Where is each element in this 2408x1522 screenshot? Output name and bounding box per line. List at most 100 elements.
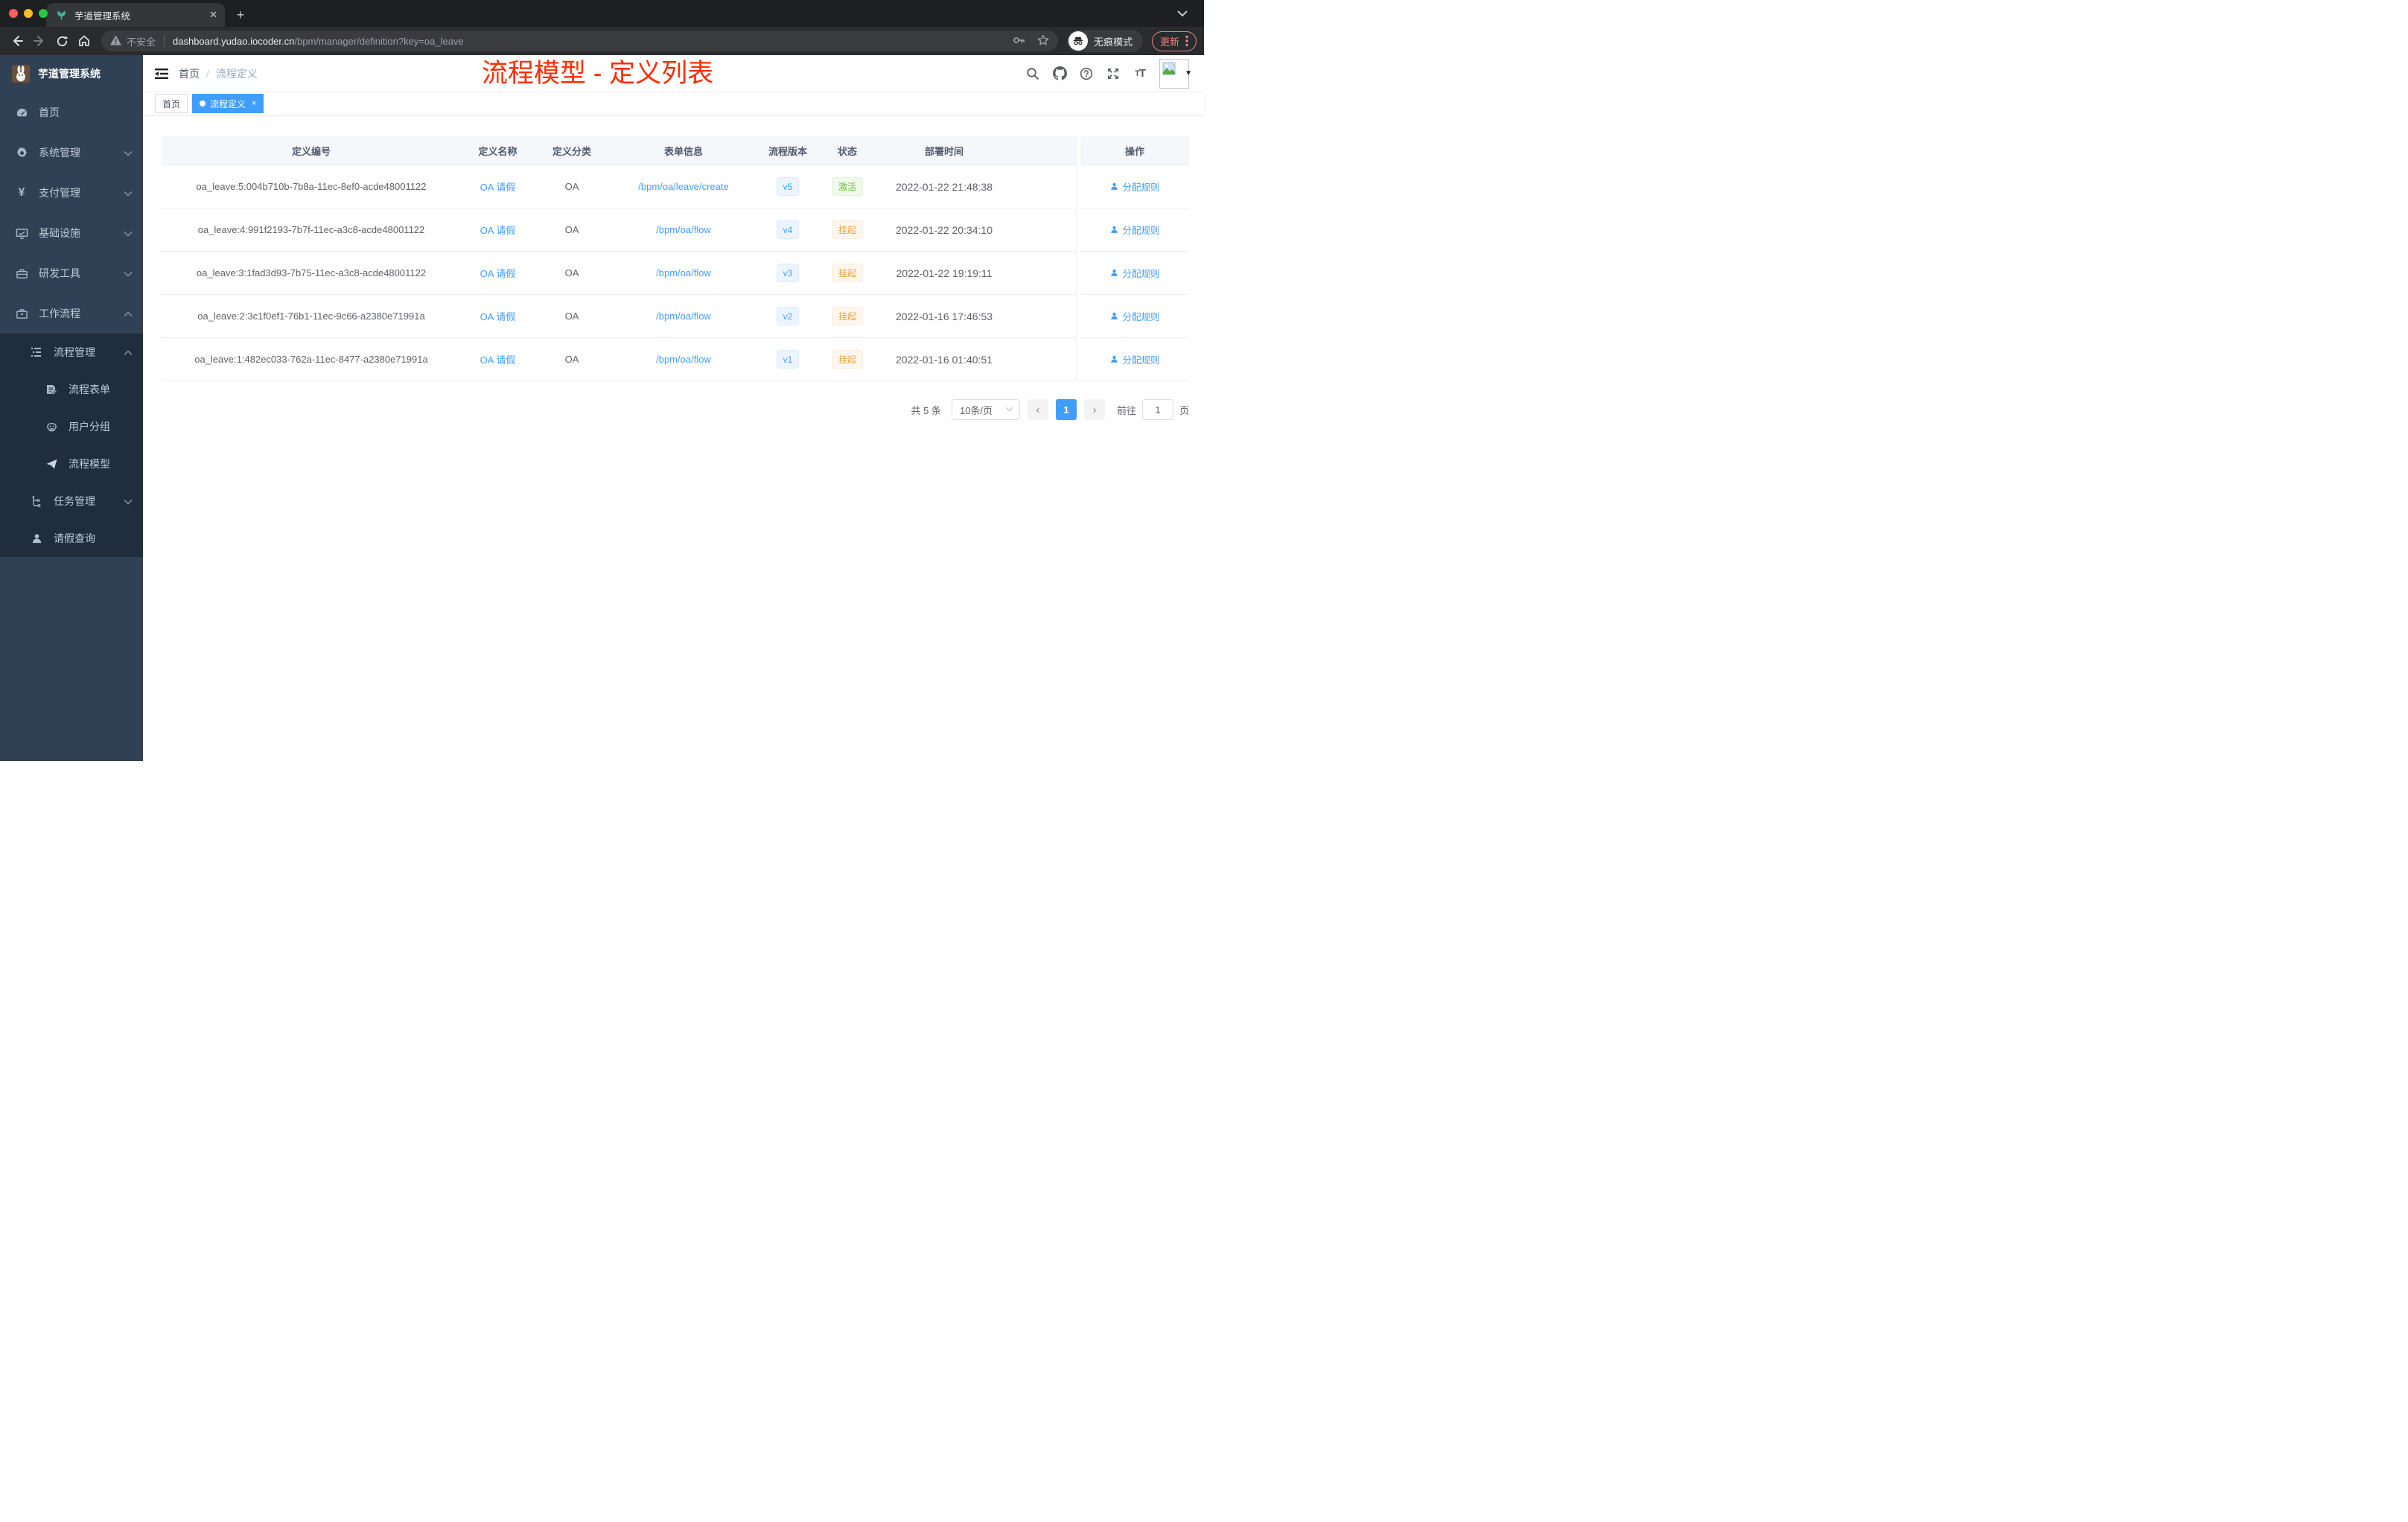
tag-close-icon[interactable]: ×: [252, 99, 256, 108]
status-badge: 挂起: [831, 350, 863, 369]
sidebar-item-label: 支付管理: [39, 187, 80, 199]
close-window-button[interactable]: [9, 9, 18, 18]
col-header-definition-name: 定义名称: [461, 136, 535, 165]
user-icon: [1111, 226, 1118, 233]
sidebar-item-leave-query[interactable]: 请假查询: [0, 520, 143, 557]
briefcase-icon: [15, 307, 28, 320]
definition-name-link[interactable]: OA 请假: [480, 309, 516, 323]
sidebar-item-system[interactable]: 系统管理: [0, 133, 143, 173]
forward-icon[interactable]: [30, 31, 49, 51]
sidebar-item-infra[interactable]: 基础设施: [0, 213, 143, 253]
cell-form-info: /bpm/oa/flow: [609, 252, 758, 295]
table-row: oa_leave:1:482ec033-762a-11ec-8477-a2380…: [162, 338, 1189, 381]
status-badge: 挂起: [831, 307, 863, 325]
cell-actions: 分配规则: [1080, 252, 1189, 295]
breadcrumb-home[interactable]: 首页: [179, 66, 200, 81]
form-icon: [45, 383, 58, 396]
fullscreen-icon[interactable]: [1106, 66, 1121, 81]
cell-version: v3: [758, 252, 818, 295]
prev-page-button[interactable]: ‹: [1027, 399, 1048, 420]
workflow-submenu: 流程管理 流程表单 用户分组 流程模型 任务管理 请假查询: [0, 334, 143, 557]
tag-home[interactable]: 首页: [155, 94, 188, 113]
version-badge: v2: [776, 307, 800, 325]
assign-rule-button[interactable]: 分配规则: [1109, 223, 1160, 237]
zoom-window-button[interactable]: [39, 9, 48, 18]
reload-icon[interactable]: [52, 31, 71, 51]
tag-process-definition[interactable]: 流程定义 ×: [192, 94, 264, 113]
sidebar-item-label: 系统管理: [39, 147, 80, 159]
sidebar-item-devtools[interactable]: 研发工具: [0, 253, 143, 293]
sidebar-item-label: 首页: [39, 106, 60, 118]
cell-definition-name: OA 请假: [461, 295, 535, 338]
definition-name-link[interactable]: OA 请假: [480, 352, 516, 366]
form-link[interactable]: /bpm/oa/flow: [656, 311, 711, 322]
table-row: oa_leave:5:004b710b-7b8a-11ec-8ef0-acde4…: [162, 165, 1189, 208]
security-warning-icon[interactable]: [110, 34, 121, 48]
user-icon: [30, 532, 43, 545]
next-page-button[interactable]: ›: [1083, 399, 1105, 420]
form-link[interactable]: /bpm/oa/flow: [656, 224, 711, 235]
status-badge: 激活: [831, 177, 863, 196]
goto-label: 前往: [1116, 404, 1136, 416]
home-icon[interactable]: [74, 31, 94, 51]
form-link[interactable]: /bpm/oa/leave/create: [638, 181, 728, 192]
navbar: 首页 / 流程定义 流程模型 - 定义列表 T T ▼: [143, 55, 1204, 92]
col-header-status: 状态: [818, 136, 877, 165]
sidebar-item-home[interactable]: 首页: [0, 92, 143, 133]
sidebar-toggle-icon[interactable]: [155, 68, 168, 80]
form-link[interactable]: /bpm/oa/flow: [656, 354, 711, 365]
sidebar-item-user-group[interactable]: 用户分组: [0, 408, 143, 445]
sidebar-item-label: 基础设施: [39, 227, 80, 239]
sidebar-item-process-mgmt[interactable]: 流程管理: [0, 334, 143, 371]
robot-icon: [45, 420, 58, 433]
current-page-button[interactable]: 1: [1055, 399, 1077, 420]
version-badge: v1: [776, 350, 800, 369]
page-size-select[interactable]: 10条/页: [951, 399, 1020, 420]
sidebar-logo[interactable]: 芋道管理系统: [0, 55, 143, 92]
help-icon[interactable]: [1079, 66, 1094, 81]
sidebar-item-label: 工作流程: [39, 308, 80, 319]
tab-close-icon[interactable]: ✕: [209, 9, 217, 21]
cell-definition-id: oa_leave:1:482ec033-762a-11ec-8477-a2380…: [162, 338, 461, 381]
address-bar[interactable]: 不安全 dashboard.yudao.iocoder.cn/bpm/manag…: [101, 31, 1058, 51]
form-link[interactable]: /bpm/oa/flow: [656, 267, 711, 278]
sidebar-item-process-form[interactable]: 流程表单: [0, 371, 143, 408]
sidebar-item-label: 请假查询: [54, 532, 95, 544]
tree-list-icon: [30, 346, 43, 359]
cell-version: v2: [758, 295, 818, 338]
update-button[interactable]: 更新: [1151, 31, 1197, 51]
page-suffix-label: 页: [1179, 404, 1189, 416]
definition-name-link[interactable]: OA 请假: [480, 266, 516, 280]
kebab-menu-icon[interactable]: [1185, 35, 1188, 47]
tab-search-chevron-icon[interactable]: [1177, 7, 1188, 21]
assign-rule-button[interactable]: 分配规则: [1109, 352, 1160, 366]
sidebar-item-process-model[interactable]: 流程模型: [0, 445, 143, 483]
cell-definition-name: OA 请假: [461, 338, 535, 381]
security-label[interactable]: 不安全: [127, 34, 156, 48]
new-tab-button[interactable]: +: [231, 5, 250, 25]
sidebar-item-task-mgmt[interactable]: 任务管理: [0, 483, 143, 520]
assign-rule-button[interactable]: 分配规则: [1109, 266, 1160, 280]
sidebar-item-payment[interactable]: ¥ 支付管理: [0, 173, 143, 213]
url-text[interactable]: dashboard.yudao.iocoder.cn/bpm/manager/d…: [173, 36, 464, 47]
back-icon[interactable]: [7, 31, 27, 51]
broken-image-icon: [1162, 62, 1176, 74]
font-size-icon[interactable]: TT: [1133, 66, 1147, 81]
cell-definition-name: OA 请假: [461, 252, 535, 295]
definition-name-link[interactable]: OA 请假: [480, 223, 516, 237]
key-icon[interactable]: [1013, 34, 1025, 48]
github-icon[interactable]: [1052, 66, 1067, 81]
sidebar-item-workflow[interactable]: 工作流程: [0, 293, 143, 334]
cell-form-info: /bpm/oa/flow: [609, 338, 758, 381]
assign-rule-button[interactable]: 分配规则: [1109, 179, 1160, 194]
assign-rule-button[interactable]: 分配规则: [1109, 309, 1160, 323]
incognito-label: 无痕模式: [1093, 36, 1133, 48]
definition-name-link[interactable]: OA 请假: [480, 179, 516, 194]
avatar-caret-icon[interactable]: ▼: [1185, 69, 1192, 77]
omnibox-divider: [164, 35, 165, 47]
minimize-window-button[interactable]: [24, 9, 33, 18]
goto-page-input[interactable]: [1141, 399, 1173, 420]
bookmark-star-icon[interactable]: [1037, 34, 1049, 48]
search-icon[interactable]: [1025, 66, 1040, 81]
browser-tab[interactable]: 芋道管理系统 ✕: [46, 3, 225, 27]
